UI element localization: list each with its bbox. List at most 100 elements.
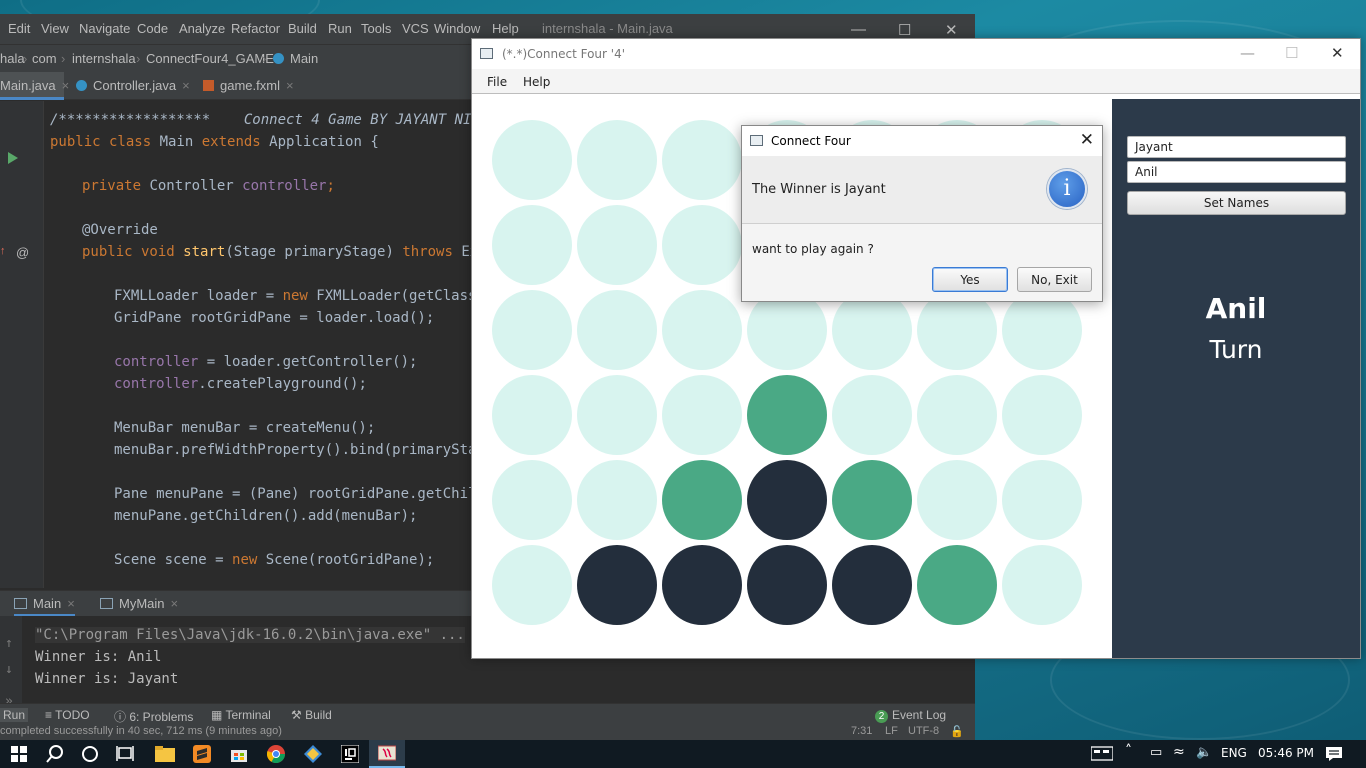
minimize-icon[interactable]: — — [1240, 44, 1255, 62]
menu-help[interactable]: Help — [492, 21, 519, 36]
menu-view[interactable]: View — [41, 21, 69, 36]
empty-cell[interactable] — [492, 120, 572, 200]
close-icon[interactable]: ✕ — [1331, 44, 1344, 62]
breadcrumb-item[interactable]: ConnectFour4_GAME — [146, 51, 274, 66]
taskbar-intellij[interactable] — [332, 740, 368, 768]
run-tab-main[interactable]: Main × — [14, 591, 75, 617]
code-editor[interactable]: /****************** Connect 4 Game BY JA… — [50, 101, 475, 588]
menu-navigate[interactable]: Navigate — [79, 21, 130, 36]
menu-file[interactable]: File — [487, 75, 507, 89]
green-disc[interactable] — [832, 460, 912, 540]
lock-icon[interactable]: 🔓 — [950, 725, 964, 738]
dark-disc[interactable] — [832, 545, 912, 625]
wifi-icon[interactable]: ≈ — [1173, 744, 1185, 760]
menu-build[interactable]: Build — [288, 21, 317, 36]
empty-cell[interactable] — [662, 290, 742, 370]
task-view-button[interactable] — [108, 740, 142, 768]
empty-cell[interactable] — [917, 460, 997, 540]
tab-game-fxml[interactable]: game.fxml × — [203, 72, 294, 100]
language-indicator[interactable]: ENG — [1221, 746, 1247, 760]
menu-refactor[interactable]: Refactor — [231, 21, 280, 36]
close-icon[interactable]: ✕ — [1080, 130, 1094, 150]
cortana-button[interactable] — [73, 740, 107, 768]
empty-cell[interactable] — [577, 375, 657, 455]
dark-disc[interactable] — [747, 460, 827, 540]
taskbar-explorer[interactable] — [147, 740, 183, 768]
empty-cell[interactable] — [577, 120, 657, 200]
battery-icon[interactable]: ▭ — [1150, 745, 1162, 760]
taskbar-git[interactable] — [295, 740, 331, 768]
green-disc[interactable] — [662, 460, 742, 540]
notification-area-network[interactable] — [1089, 740, 1117, 768]
empty-cell[interactable] — [1002, 375, 1082, 455]
dark-disc[interactable] — [747, 545, 827, 625]
taskbar-chrome[interactable] — [258, 740, 294, 768]
tool-terminal[interactable]: ▦ Terminal — [211, 708, 271, 722]
maximize-icon[interactable]: ☐ — [898, 21, 911, 39]
minimize-icon[interactable]: — — [851, 21, 866, 38]
tab-controller-java[interactable]: Controller.java × — [76, 72, 190, 100]
volume-icon[interactable]: 🔈 — [1196, 745, 1212, 760]
override-gutter-icon[interactable]: ↑ — [0, 245, 6, 257]
empty-cell[interactable] — [492, 375, 572, 455]
close-tab-icon[interactable]: × — [67, 596, 75, 611]
run-gutter-icon[interactable] — [8, 152, 18, 164]
menu-window[interactable]: Window — [434, 21, 480, 36]
yes-button[interactable]: Yes — [932, 267, 1008, 292]
run-tab-mymain[interactable]: MyMain × — [100, 591, 178, 617]
empty-cell[interactable] — [1002, 460, 1082, 540]
empty-cell[interactable] — [492, 290, 572, 370]
breadcrumb-item[interactable]: hala — [0, 51, 25, 66]
empty-cell[interactable] — [662, 205, 742, 285]
annotation-gutter-icon[interactable]: @ — [16, 245, 29, 260]
menu-tools[interactable]: Tools — [361, 21, 391, 36]
empty-cell[interactable] — [577, 205, 657, 285]
close-tab-icon[interactable]: × — [171, 596, 179, 611]
menu-vcs[interactable]: VCS — [402, 21, 429, 36]
breadcrumb-current[interactable]: Main — [273, 51, 318, 66]
empty-cell[interactable] — [662, 120, 742, 200]
close-icon[interactable]: ✕ — [945, 21, 958, 39]
dark-disc[interactable] — [662, 545, 742, 625]
breadcrumb-item[interactable]: com — [32, 51, 57, 66]
close-tab-icon[interactable]: × — [182, 78, 190, 93]
action-center-button[interactable] — [1320, 740, 1348, 768]
empty-cell[interactable] — [747, 290, 827, 370]
close-tab-icon[interactable]: × — [286, 78, 294, 93]
empty-cell[interactable] — [577, 290, 657, 370]
chevron-up-icon[interactable]: ˄ — [1125, 743, 1132, 759]
empty-cell[interactable] — [832, 290, 912, 370]
tool-problems[interactable]: ⓘ 6: Problems — [114, 708, 193, 725]
tab-main-java[interactable]: Main.java × — [0, 72, 69, 100]
menu-help[interactable]: Help — [523, 75, 550, 89]
empty-cell[interactable] — [492, 545, 572, 625]
tool-todo[interactable]: ≡ TODO — [45, 708, 90, 722]
empty-cell[interactable] — [1002, 545, 1082, 625]
tool-event-log[interactable]: 2 Event Log — [875, 708, 946, 723]
menu-analyze[interactable]: Analyze — [179, 21, 225, 36]
tool-build[interactable]: ⚒ Build — [291, 708, 332, 722]
menu-run[interactable]: Run — [328, 21, 352, 36]
empty-cell[interactable] — [917, 290, 997, 370]
taskbar-sublime[interactable] — [184, 740, 220, 768]
empty-cell[interactable] — [832, 375, 912, 455]
cursor-position[interactable]: 7:31 — [851, 725, 872, 737]
taskbar-store[interactable] — [221, 740, 257, 768]
set-names-button[interactable]: Set Names — [1127, 191, 1346, 215]
file-encoding[interactable]: UTF-8 — [908, 725, 939, 737]
green-disc[interactable] — [747, 375, 827, 455]
clock[interactable]: 05:46 PM — [1258, 746, 1314, 760]
empty-cell[interactable] — [1002, 290, 1082, 370]
arrow-up-icon[interactable]: ↑ — [5, 636, 13, 651]
taskbar-java-app[interactable] — [369, 740, 405, 768]
empty-cell[interactable] — [662, 375, 742, 455]
menu-code[interactable]: Code — [137, 21, 168, 36]
no-exit-button[interactable]: No, Exit — [1017, 267, 1092, 292]
search-button[interactable] — [38, 740, 72, 768]
start-button[interactable] — [0, 740, 36, 768]
arrow-down-icon[interactable]: ↓ — [5, 662, 13, 677]
maximize-icon[interactable]: ☐ — [1285, 44, 1298, 62]
line-separator[interactable]: LF — [885, 725, 898, 737]
empty-cell[interactable] — [917, 375, 997, 455]
player-one-input[interactable]: Jayant — [1127, 136, 1346, 158]
